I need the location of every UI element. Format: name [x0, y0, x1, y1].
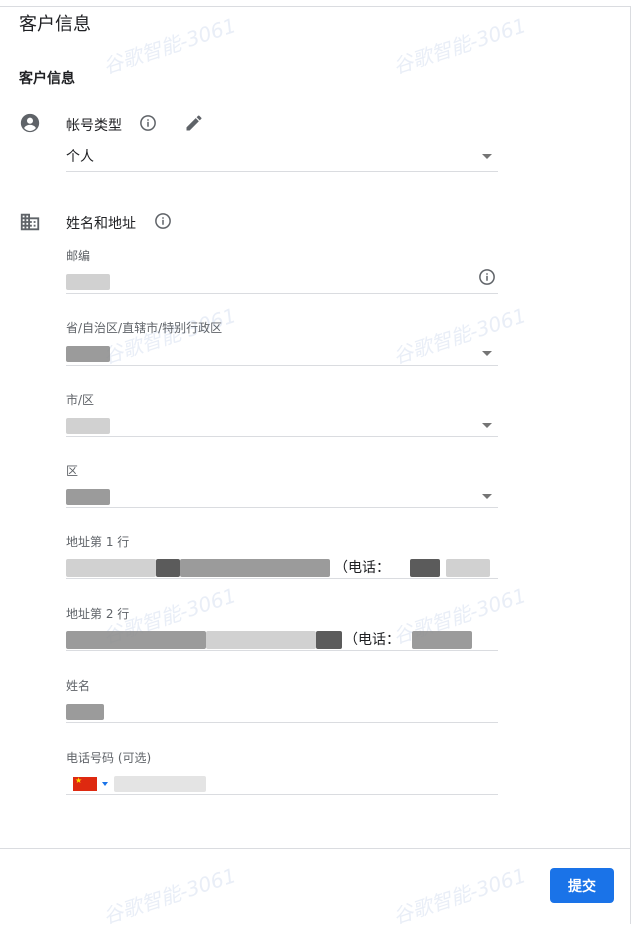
- field-underline: [66, 507, 498, 508]
- province-select[interactable]: 省/自治区/直辖市/特别行政区: [66, 320, 498, 366]
- district-value: [66, 486, 498, 508]
- submit-button[interactable]: 提交: [550, 868, 614, 903]
- redacted-text: [66, 489, 110, 505]
- name-value: [66, 701, 498, 723]
- phone-value: ★: [66, 773, 498, 795]
- redacted-text: [316, 631, 342, 649]
- postal-code-value: [66, 271, 498, 293]
- redacted-text: [206, 631, 316, 649]
- redacted-text: [180, 559, 330, 577]
- field-underline: [66, 722, 498, 723]
- watermark: 谷歌智能-3061: [390, 863, 529, 929]
- business-icon: [20, 213, 40, 231]
- redacted-text: [410, 559, 440, 577]
- phone-field[interactable]: 电话号码 (可选) ★: [66, 750, 498, 795]
- redacted-text: [66, 418, 110, 434]
- watermark: 谷歌智能-3061: [100, 863, 239, 929]
- account-type-value: 个人: [66, 149, 94, 165]
- address-line2-label: 地址第 2 行: [66, 607, 130, 621]
- redacted-text: [446, 559, 490, 577]
- address-line1-phone-prefix: （电话：: [334, 560, 390, 576]
- redacted-text: [66, 274, 110, 290]
- account-circle-icon: [20, 113, 40, 133]
- field-underline: [66, 578, 498, 579]
- address-line1-label: 地址第 1 行: [66, 535, 130, 549]
- field-underline: [66, 650, 498, 651]
- province-label: 省/自治区/直辖市/特别行政区: [66, 321, 223, 335]
- city-label: 市/区: [66, 393, 95, 407]
- watermark: 谷歌智能-3061: [100, 13, 239, 79]
- chevron-down-icon[interactable]: [102, 782, 108, 786]
- address-line1-field[interactable]: 地址第 1 行 （电话：: [66, 534, 498, 579]
- province-value: [66, 343, 498, 365]
- page-title: 客户信息: [19, 14, 91, 35]
- redacted-text: [66, 559, 156, 577]
- address-line2-value: （电话：: [66, 629, 498, 651]
- info-icon[interactable]: [154, 212, 172, 230]
- footer-divider: [0, 848, 631, 849]
- phone-label: 电话号码 (可选): [66, 751, 152, 765]
- chevron-down-icon: [482, 351, 492, 356]
- district-select[interactable]: 区: [66, 463, 498, 508]
- account-type-select[interactable]: 个人: [66, 146, 498, 172]
- address-line2-field[interactable]: 地址第 2 行 （电话：: [66, 606, 498, 651]
- field-underline: [66, 171, 498, 172]
- section-title: 客户信息: [19, 71, 75, 87]
- postal-code-label: 邮编: [66, 249, 91, 263]
- city-value: [66, 415, 498, 437]
- address-line1-value: （电话：: [66, 557, 498, 579]
- redacted-text: [156, 559, 180, 577]
- top-divider: [0, 6, 631, 7]
- name-address-label: 姓名和地址: [66, 216, 136, 232]
- info-icon[interactable]: [139, 114, 157, 132]
- chevron-down-icon: [482, 154, 492, 159]
- watermark: 谷歌智能-3061: [390, 13, 529, 79]
- field-underline: [66, 293, 498, 294]
- account-type-label: 帐号类型: [66, 118, 122, 134]
- city-select[interactable]: 市/区: [66, 392, 498, 437]
- redacted-text: [66, 704, 104, 720]
- address-line2-phone-prefix: （电话：: [344, 632, 400, 648]
- name-field[interactable]: 姓名: [66, 678, 498, 723]
- redacted-text: [114, 776, 206, 792]
- district-label: 区: [66, 464, 79, 478]
- redacted-text: [66, 346, 110, 362]
- chevron-down-icon: [482, 494, 492, 499]
- postal-code-field[interactable]: 邮编: [66, 248, 498, 294]
- redacted-text: [66, 631, 206, 649]
- field-underline: [66, 365, 498, 366]
- field-underline: [66, 436, 498, 437]
- info-icon[interactable]: [478, 268, 496, 286]
- flag-star-icon: ★: [75, 776, 83, 785]
- chevron-down-icon: [482, 423, 492, 428]
- name-label: 姓名: [66, 679, 91, 693]
- redacted-text: [412, 631, 472, 649]
- pencil-icon[interactable]: [184, 113, 204, 133]
- field-underline: [66, 794, 498, 795]
- china-flag-icon[interactable]: ★: [73, 777, 97, 791]
